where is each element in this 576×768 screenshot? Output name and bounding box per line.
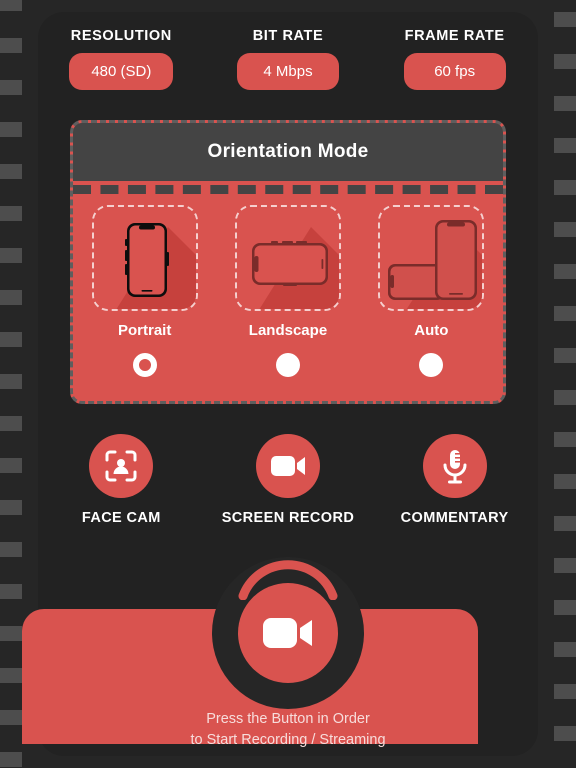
- filmstrip-notch: [0, 248, 22, 263]
- orientation-mode-title: Orientation Mode: [207, 141, 369, 162]
- orientation-option-auto[interactable]: Auto: [371, 205, 491, 377]
- filmstrip-notch: [554, 474, 576, 489]
- record-hint-text: Press the Button in Order to Start Recor…: [0, 709, 576, 751]
- filmstrip-left-decoration: [0, 0, 22, 768]
- video-camera-icon: [270, 456, 305, 476]
- setting-resolution: RESOLUTION 480 (SD): [46, 28, 196, 90]
- orientation-option-landscape[interactable]: Landscape: [228, 205, 348, 377]
- filmstrip-notch: [554, 264, 576, 279]
- commentary-label: COMMENTARY: [400, 510, 509, 526]
- filmstrip-notch: [0, 626, 22, 641]
- filmstrip-notch: [554, 558, 576, 573]
- filmstrip-notch: [0, 290, 22, 305]
- filmstrip-notch: [0, 416, 22, 431]
- orientation-divider: [73, 185, 503, 194]
- frame-rate-label: FRAME RATE: [404, 28, 505, 44]
- setting-frame-rate: FRAME RATE 60 fps: [380, 28, 530, 90]
- portrait-radio[interactable]: [132, 353, 157, 377]
- filmstrip-notch: [554, 432, 576, 447]
- filmstrip-notch: [0, 332, 22, 347]
- record-hint-line1: Press the Button in Order: [206, 711, 370, 727]
- action-face-cam[interactable]: FACE CAM: [46, 434, 196, 526]
- phone-landscape-icon: [236, 207, 339, 309]
- filmstrip-notch: [554, 684, 576, 699]
- filmstrip-notch: [554, 222, 576, 237]
- screen-record-label: SCREEN RECORD: [221, 510, 355, 526]
- portrait-label: Portrait: [117, 322, 172, 339]
- filmstrip-notch: [0, 500, 22, 515]
- record-button[interactable]: [238, 583, 338, 683]
- phone-auto-icon: [380, 207, 483, 309]
- filmstrip-notch: [0, 542, 22, 557]
- app-screen: RESOLUTION 480 (SD) BIT RATE 4 Mbps FRAM…: [0, 0, 576, 768]
- filmstrip-notch: [0, 374, 22, 389]
- orientation-mode-panel: Orientation Mode Portrait Landscape Auto: [70, 120, 506, 404]
- orientation-options-row: Portrait Landscape Auto: [73, 205, 503, 377]
- filmstrip-notch: [554, 180, 576, 195]
- filmstrip-notch: [0, 164, 22, 179]
- video-camera-icon: [263, 618, 312, 648]
- filmstrip-notch: [554, 12, 576, 27]
- filmstrip-notch: [554, 306, 576, 321]
- face-cam-button[interactable]: [89, 434, 154, 498]
- filmstrip-notch: [554, 600, 576, 615]
- orientation-option-portrait[interactable]: Portrait: [85, 205, 205, 377]
- filmstrip-notch: [0, 122, 22, 137]
- setting-bit-rate: BIT RATE 4 Mbps: [213, 28, 363, 90]
- auto-radio[interactable]: [419, 353, 444, 377]
- face-id-icon: [105, 450, 137, 482]
- filmstrip-notch: [0, 458, 22, 473]
- landscape-radio[interactable]: [275, 353, 300, 377]
- filmstrip-notch: [554, 348, 576, 363]
- portrait-card[interactable]: [91, 205, 198, 311]
- filmstrip-notch: [0, 584, 22, 599]
- resolution-label: RESOLUTION: [70, 28, 172, 44]
- orientation-mode-header: Orientation Mode: [73, 123, 503, 181]
- filmstrip-notch: [554, 54, 576, 69]
- filmstrip-right-decoration: [554, 0, 576, 768]
- settings-row: RESOLUTION 480 (SD) BIT RATE 4 Mbps FRAM…: [38, 28, 538, 90]
- landscape-card[interactable]: [234, 205, 341, 311]
- filmstrip-notch: [0, 752, 22, 767]
- auto-label: Auto: [414, 322, 449, 339]
- filmstrip-notch: [554, 138, 576, 153]
- screen-record-button[interactable]: [255, 434, 320, 498]
- filmstrip-notch: [554, 390, 576, 405]
- filmstrip-notch: [0, 206, 22, 221]
- phone-portrait-icon: [93, 207, 196, 309]
- filmstrip-notch: [554, 642, 576, 657]
- filmstrip-notch: [0, 38, 22, 53]
- actions-row: FACE CAM SCREEN RECORD COMMENTARY: [38, 434, 538, 526]
- commentary-button[interactable]: [422, 434, 487, 498]
- filmstrip-notch: [0, 80, 22, 95]
- filmstrip-notch: [554, 96, 576, 111]
- microphone-icon: [443, 450, 467, 484]
- face-cam-label: FACE CAM: [81, 510, 161, 526]
- landscape-label: Landscape: [248, 322, 328, 339]
- auto-card[interactable]: [378, 205, 485, 311]
- frame-rate-value-button[interactable]: 60 fps: [403, 53, 506, 90]
- action-commentary[interactable]: COMMENTARY: [380, 434, 530, 526]
- bit-rate-value-button[interactable]: 4 Mbps: [236, 53, 339, 90]
- record-hint-line2: to Start Recording / Streaming: [190, 732, 386, 748]
- filmstrip-notch: [554, 516, 576, 531]
- filmstrip-notch: [0, 668, 22, 683]
- action-screen-record[interactable]: SCREEN RECORD: [213, 434, 363, 526]
- bit-rate-label: BIT RATE: [252, 28, 324, 44]
- resolution-value-button[interactable]: 480 (SD): [69, 53, 174, 90]
- filmstrip-notch: [0, 0, 22, 11]
